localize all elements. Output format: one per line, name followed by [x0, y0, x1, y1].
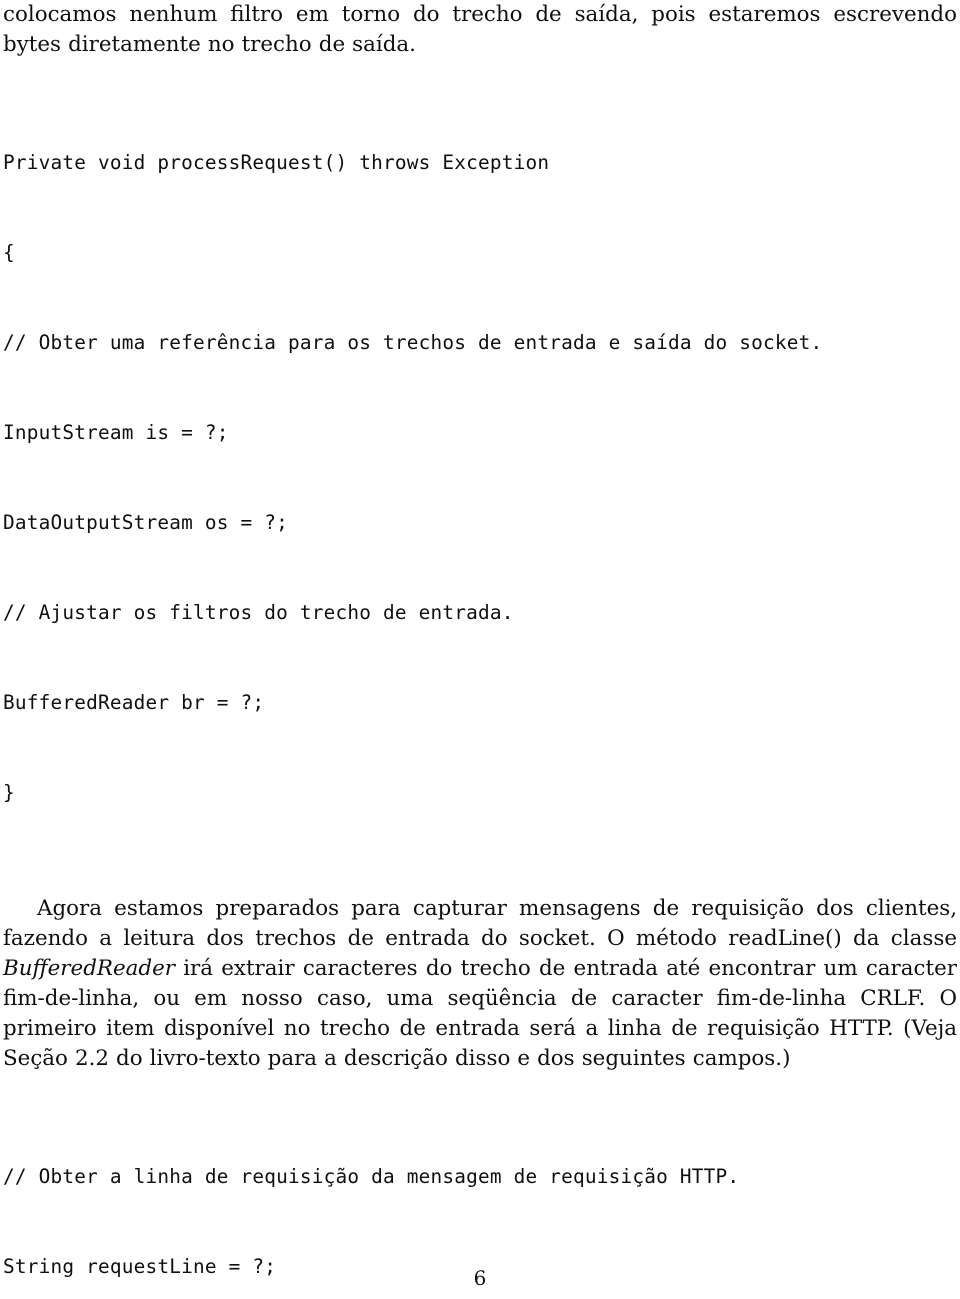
code-line: }: [3, 781, 15, 804]
page-body: colocamos nenhum filtro em torno do trec…: [3, 0, 957, 1299]
paragraph-continuation: colocamos nenhum filtro em torno do trec…: [3, 2, 957, 57]
code-line: // Obter uma referência para os trechos …: [3, 331, 823, 354]
paragraph-text-lead: Agora estamos preparados para capturar m…: [3, 896, 957, 951]
paragraph-readline-explanation: Agora estamos preparados para capturar m…: [3, 894, 957, 1074]
document-page: colocamos nenhum filtro em torno do trec…: [0, 0, 960, 1299]
code-block-process-request: Private void processRequest() throws Exc…: [3, 88, 957, 868]
code-line: InputStream is = ?;: [3, 421, 229, 444]
code-line: // Obter a linha de requisição da mensag…: [3, 1165, 740, 1188]
code-line: DataOutputStream os = ?;: [3, 511, 288, 534]
class-name-emphasis: BufferedReader: [3, 956, 175, 981]
code-line: {: [3, 241, 15, 264]
code-line: BufferedReader br = ?;: [3, 691, 265, 714]
code-line: Private void processRequest() throws Exc…: [3, 151, 550, 174]
code-line: // Ajustar os filtros do trecho de entra…: [3, 601, 514, 624]
page-number: 6: [473, 1266, 487, 1290]
